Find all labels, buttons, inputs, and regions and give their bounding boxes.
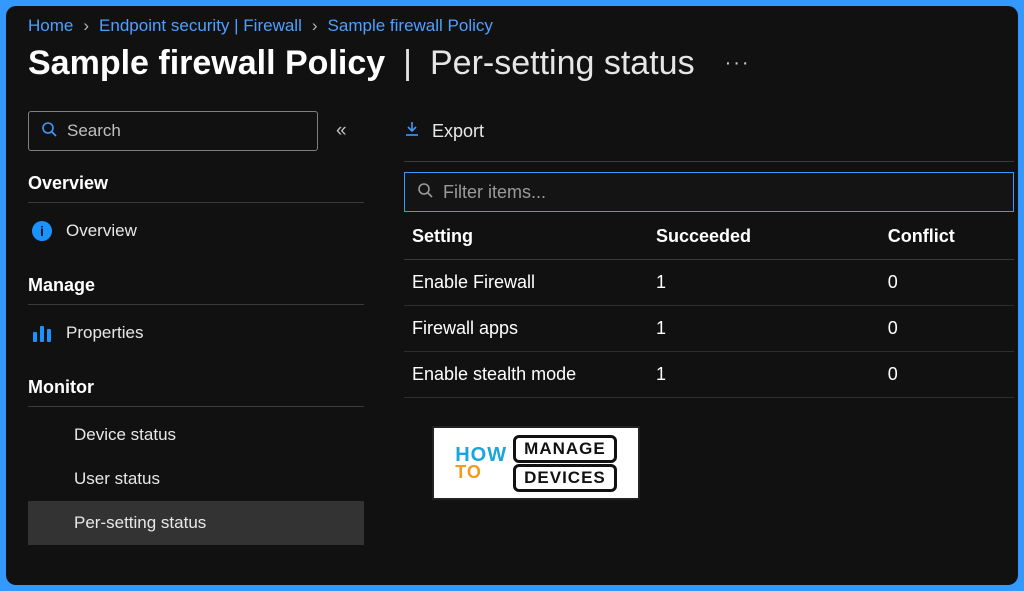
breadcrumb-home[interactable]: Home (28, 16, 73, 36)
download-icon (404, 121, 420, 142)
chevron-right-icon: › (312, 16, 318, 36)
sidebar-item-properties[interactable]: Properties (28, 311, 364, 355)
cell-conflict: 0 (880, 260, 1014, 306)
sidebar: « Overview i Overview Manage Properties … (28, 111, 368, 572)
group-label-overview: Overview (28, 173, 368, 194)
page-title-row: Sample firewall Policy | Per-setting sta… (6, 40, 1018, 111)
divider (28, 304, 364, 305)
sidebar-item-label: Properties (66, 323, 143, 343)
sidebar-item-label: Per-setting status (74, 513, 206, 533)
sidebar-search[interactable] (28, 111, 318, 151)
collapse-sidebar-button[interactable]: « (336, 120, 347, 142)
sidebar-item-label: Device status (74, 425, 176, 445)
howto-manage-devices-logo: HOW TO MANAGE DEVICES (432, 426, 640, 500)
cell-succeeded: 1 (648, 260, 880, 306)
breadcrumb: Home › Endpoint security | Firewall › Sa… (6, 6, 1018, 40)
cell-succeeded: 1 (648, 352, 880, 398)
table-row[interactable]: Enable stealth mode 1 0 (404, 352, 1014, 398)
toolbar: Export (404, 111, 1014, 151)
sidebar-item-overview[interactable]: i Overview (28, 209, 364, 253)
info-icon: i (32, 221, 52, 241)
col-succeeded[interactable]: Succeeded (648, 214, 880, 260)
sidebar-item-device-status[interactable]: Device status (28, 413, 364, 457)
cell-conflict: 0 (880, 352, 1014, 398)
main-content: Export Setting Succeeded Conflict (368, 111, 1018, 572)
breadcrumb-sample-firewall-policy[interactable]: Sample firewall Policy (328, 16, 493, 36)
export-button[interactable]: Export (404, 121, 484, 142)
cell-setting: Firewall apps (404, 306, 648, 352)
breadcrumb-endpoint-security[interactable]: Endpoint security | Firewall (99, 16, 302, 36)
divider (28, 406, 364, 407)
col-conflict[interactable]: Conflict (880, 214, 1014, 260)
cell-conflict: 0 (880, 306, 1014, 352)
divider (404, 161, 1014, 162)
chevron-right-icon: › (83, 16, 89, 36)
filter-box[interactable] (404, 172, 1014, 212)
settings-table: Setting Succeeded Conflict Enable Firewa… (404, 214, 1014, 398)
title-separator: | (403, 44, 412, 83)
sidebar-item-label: User status (74, 469, 160, 489)
page-subtitle: Per-setting status (430, 44, 695, 83)
sidebar-item-per-setting-status[interactable]: Per-setting status (28, 501, 364, 545)
col-setting[interactable]: Setting (404, 214, 648, 260)
search-icon (417, 182, 433, 203)
properties-icon (32, 323, 52, 343)
group-label-monitor: Monitor (28, 377, 368, 398)
logo-manage: MANAGE (513, 435, 617, 463)
search-icon (41, 121, 57, 142)
page-title: Sample firewall Policy (28, 44, 385, 83)
table-row[interactable]: Enable Firewall 1 0 (404, 260, 1014, 306)
filter-input[interactable] (443, 182, 1001, 203)
logo-devices: DEVICES (513, 464, 617, 492)
table-row[interactable]: Firewall apps 1 0 (404, 306, 1014, 352)
more-actions-button[interactable]: ··· (725, 52, 751, 75)
search-input[interactable] (67, 121, 305, 141)
divider (28, 202, 364, 203)
export-label: Export (432, 121, 484, 142)
sidebar-item-label: Overview (66, 221, 137, 241)
cell-succeeded: 1 (648, 306, 880, 352)
group-label-manage: Manage (28, 275, 368, 296)
logo-to: TO (455, 464, 507, 480)
sidebar-item-user-status[interactable]: User status (28, 457, 364, 501)
cell-setting: Enable Firewall (404, 260, 648, 306)
cell-setting: Enable stealth mode (404, 352, 648, 398)
